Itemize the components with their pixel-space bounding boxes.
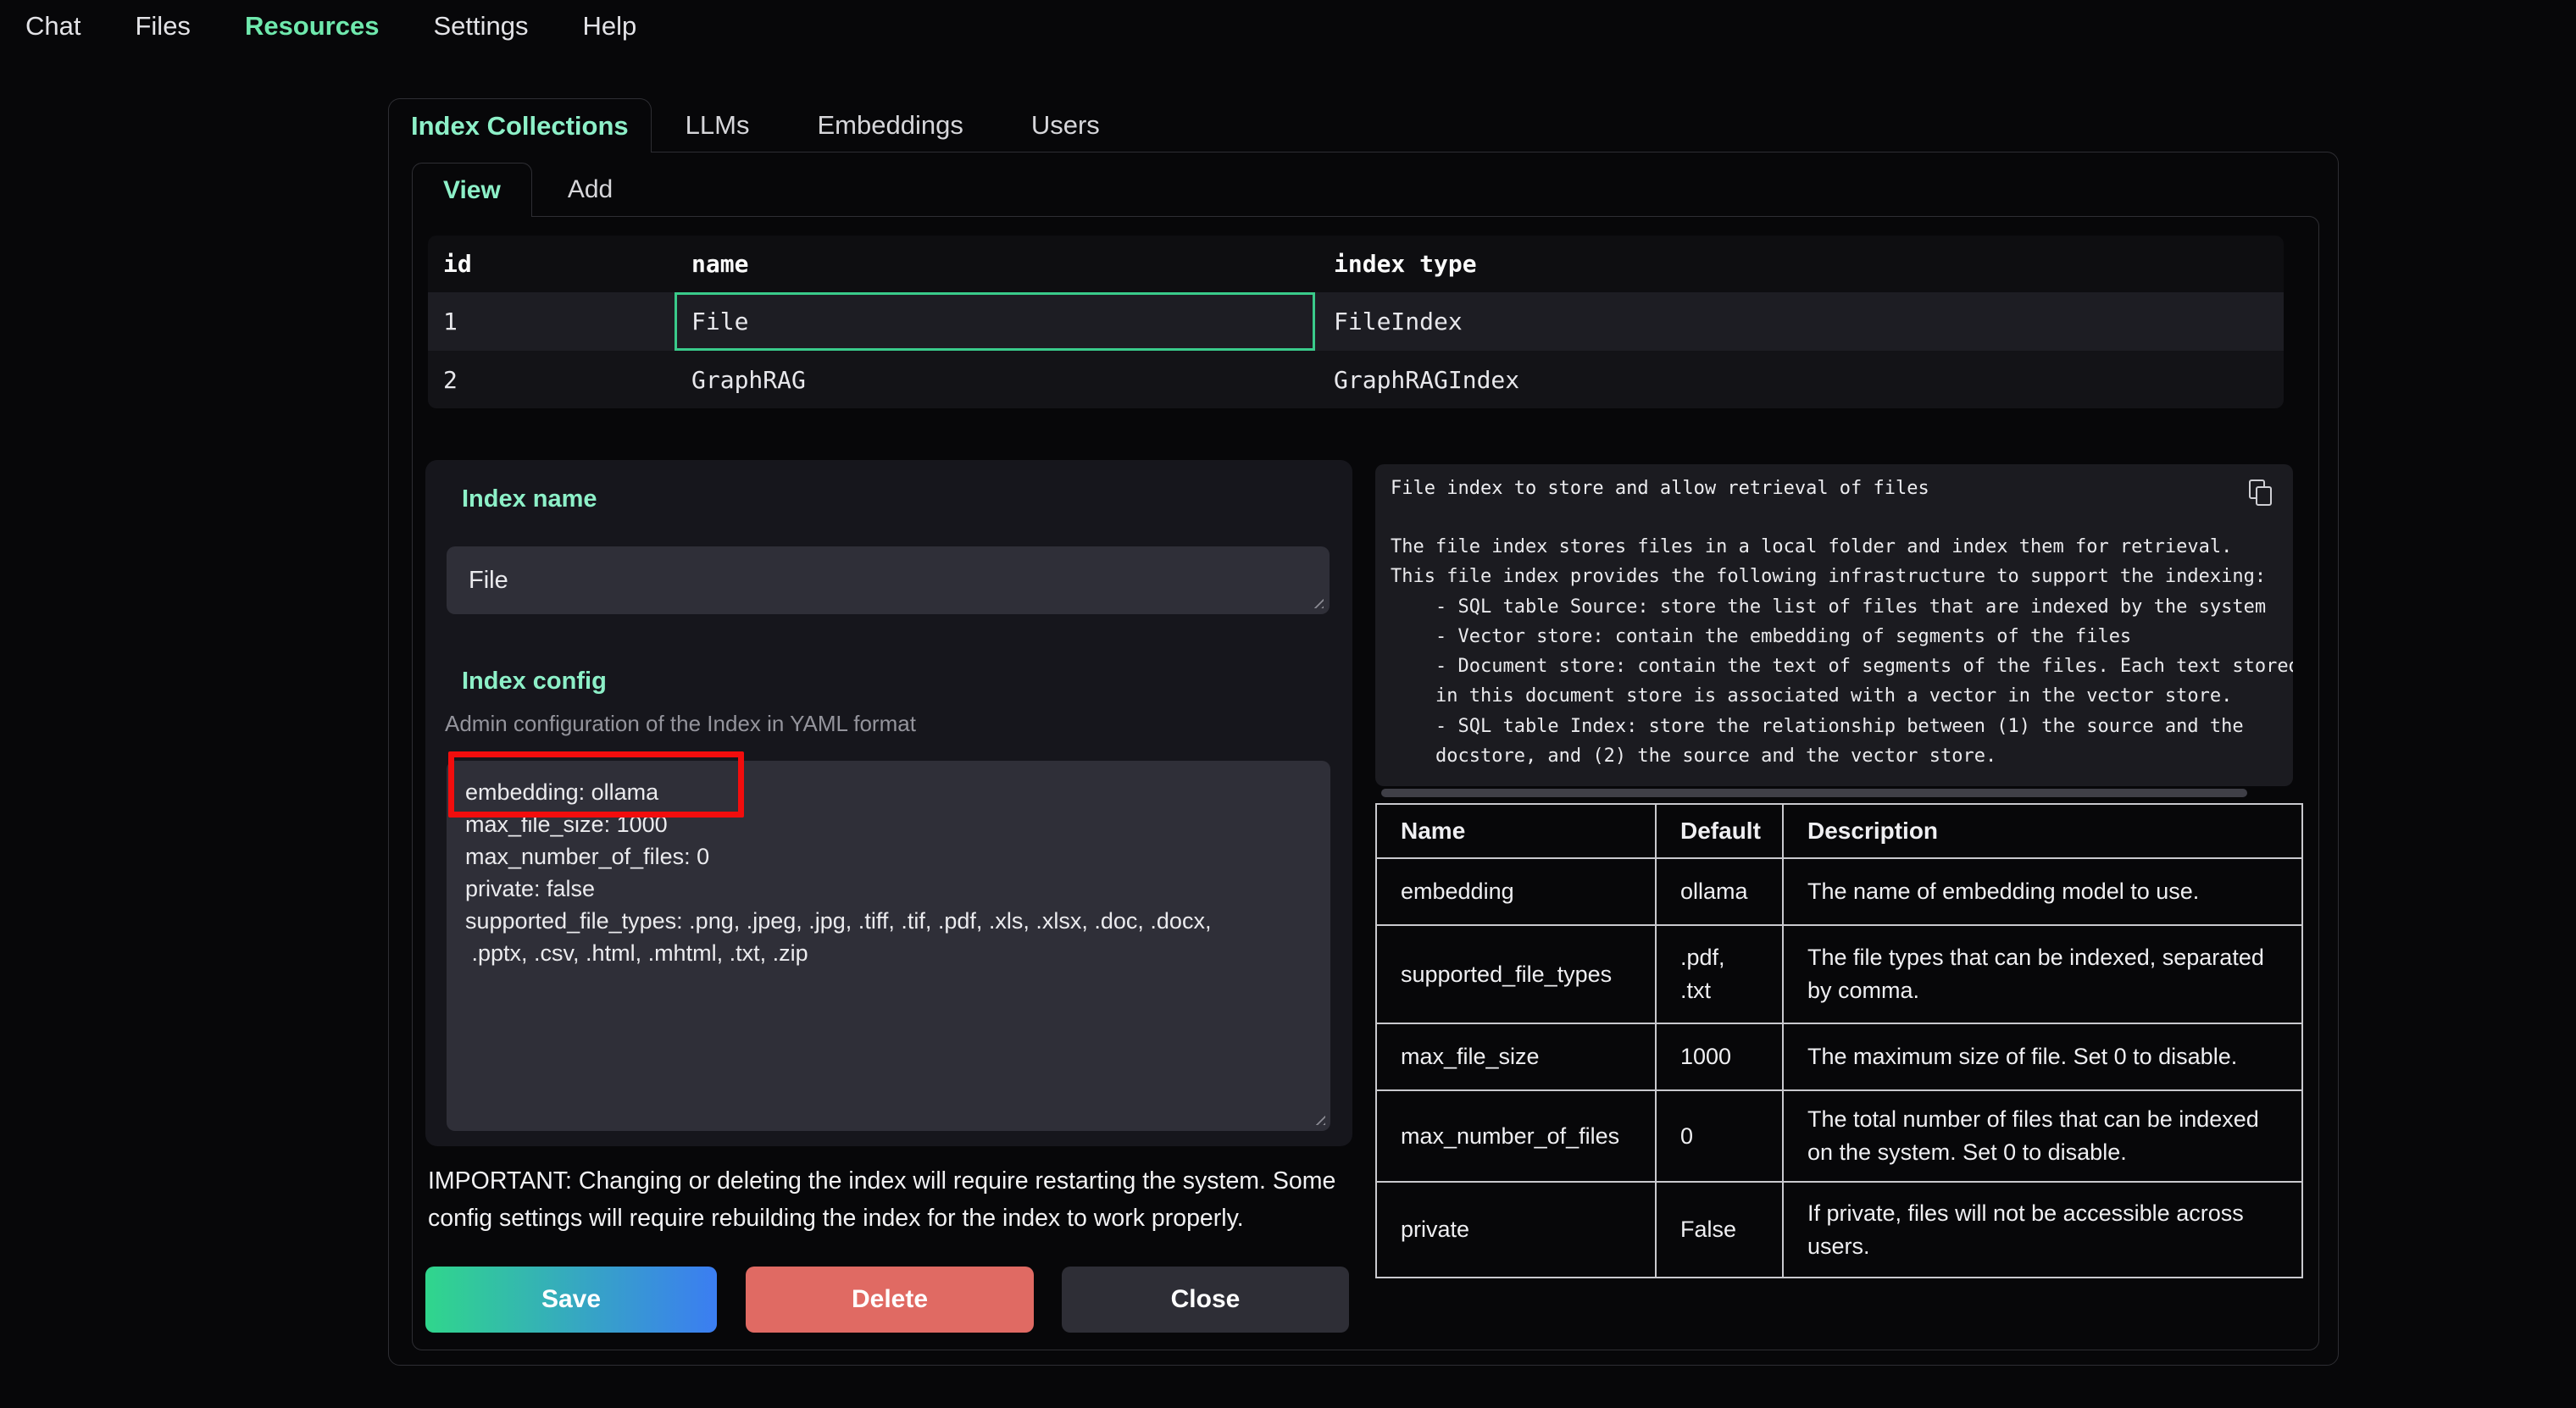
param-name: max_number_of_files xyxy=(1376,1090,1656,1182)
index-config-label: Index config xyxy=(462,668,607,696)
delete-button[interactable]: Delete xyxy=(746,1267,1034,1333)
param-name: supported_file_types xyxy=(1376,925,1656,1023)
param-description: The maximum size of file. Set 0 to disab… xyxy=(1783,1023,2302,1090)
index-config-help: Admin configuration of the Index in YAML… xyxy=(445,711,916,737)
params-row-private: private False If private, files will not… xyxy=(1376,1182,2302,1278)
index-name-input[interactable]: File xyxy=(447,546,1330,614)
cell-id[interactable]: 2 xyxy=(428,366,675,394)
param-name: embedding xyxy=(1376,858,1656,925)
top-nav: Chat Files Resources Settings Help xyxy=(0,0,2576,53)
params-row-embedding: embedding ollama The name of embedding m… xyxy=(1376,858,2302,925)
param-description: The name of embedding model to use. xyxy=(1783,858,2302,925)
cell-index-type[interactable]: GraphRAGIndex xyxy=(1315,366,2284,394)
nav-item-help[interactable]: Help xyxy=(582,11,636,42)
param-default: ollama xyxy=(1656,858,1783,925)
cell-index-type[interactable]: FileIndex xyxy=(1315,308,2284,335)
table-row-file[interactable]: 1 File FileIndex xyxy=(428,292,2284,351)
param-default: False xyxy=(1656,1182,1783,1278)
header-cell-name: name xyxy=(675,236,1315,292)
close-button[interactable]: Close xyxy=(1062,1267,1349,1333)
params-row-max-file-size: max_file_size 1000 The maximum size of f… xyxy=(1376,1023,2302,1090)
tab-users[interactable]: Users xyxy=(997,98,1134,152)
collections-table-header: id name index type xyxy=(428,236,2284,292)
index-name-label: Index name xyxy=(462,485,597,513)
view-add-tabbar: View Add xyxy=(412,163,648,217)
param-name: private xyxy=(1376,1182,1656,1278)
params-row-max-number-of-files: max_number_of_files 0 The total number o… xyxy=(1376,1090,2302,1182)
horizontal-scrollbar[interactable] xyxy=(1381,789,2247,797)
param-description: The file types that can be indexed, sepa… xyxy=(1783,925,2302,1023)
params-header-row: Name Default Description xyxy=(1376,804,2302,858)
collections-table: id name index type 1 File FileIndex 2 Gr… xyxy=(428,236,2284,408)
resize-handle-icon[interactable] xyxy=(1309,594,1324,608)
tab-embeddings[interactable]: Embeddings xyxy=(783,98,997,152)
param-name: max_file_size xyxy=(1376,1023,1656,1090)
param-default: 1000 xyxy=(1656,1023,1783,1090)
header-cell-default: Default xyxy=(1656,804,1783,858)
param-default: .pdf, .txt xyxy=(1656,925,1783,1023)
nav-item-chat[interactable]: Chat xyxy=(25,11,80,42)
save-button[interactable]: Save xyxy=(425,1267,717,1333)
tab-llms[interactable]: LLMs xyxy=(652,98,784,152)
param-default: 0 xyxy=(1656,1090,1783,1182)
index-name-value: File xyxy=(469,567,508,594)
cell-id[interactable]: 1 xyxy=(428,308,675,335)
subtab-add[interactable]: Add xyxy=(532,163,648,217)
copy-icon[interactable] xyxy=(2249,479,2276,510)
subtab-view[interactable]: View xyxy=(412,163,532,217)
param-description: If private, files will not be accessible… xyxy=(1783,1182,2302,1278)
header-cell-description: Description xyxy=(1783,804,2302,858)
nav-item-resources[interactable]: Resources xyxy=(245,11,380,42)
index-description-panel: File index to store and allow retrieval … xyxy=(1375,464,2293,786)
params-row-supported-file-types: supported_file_types .pdf, .txt The file… xyxy=(1376,925,2302,1023)
cell-name[interactable]: GraphRAG xyxy=(675,351,1315,408)
important-note: IMPORTANT: Changing or deleting the inde… xyxy=(428,1162,1364,1237)
header-cell-name: Name xyxy=(1376,804,1656,858)
header-cell-index-type: index type xyxy=(1315,250,2284,278)
header-cell-id: id xyxy=(428,250,675,278)
nav-item-settings[interactable]: Settings xyxy=(433,11,528,42)
highlight-annotation-box xyxy=(448,751,744,818)
index-description-title: File index to store and allow retrieval … xyxy=(1391,478,1929,499)
resources-tabbar: Index Collections LLMs Embeddings Users xyxy=(388,98,1134,152)
table-row-graphrag[interactable]: 2 GraphRAG GraphRAGIndex xyxy=(428,351,2284,408)
params-table: Name Default Description embedding ollam… xyxy=(1375,803,2303,1278)
tab-index-collections[interactable]: Index Collections xyxy=(388,98,652,152)
nav-item-files[interactable]: Files xyxy=(135,11,190,42)
param-description: The total number of files that can be in… xyxy=(1783,1090,2302,1182)
cell-name-selected[interactable]: File xyxy=(675,292,1315,351)
index-description-body: The file index stores files in a local f… xyxy=(1375,532,2293,771)
